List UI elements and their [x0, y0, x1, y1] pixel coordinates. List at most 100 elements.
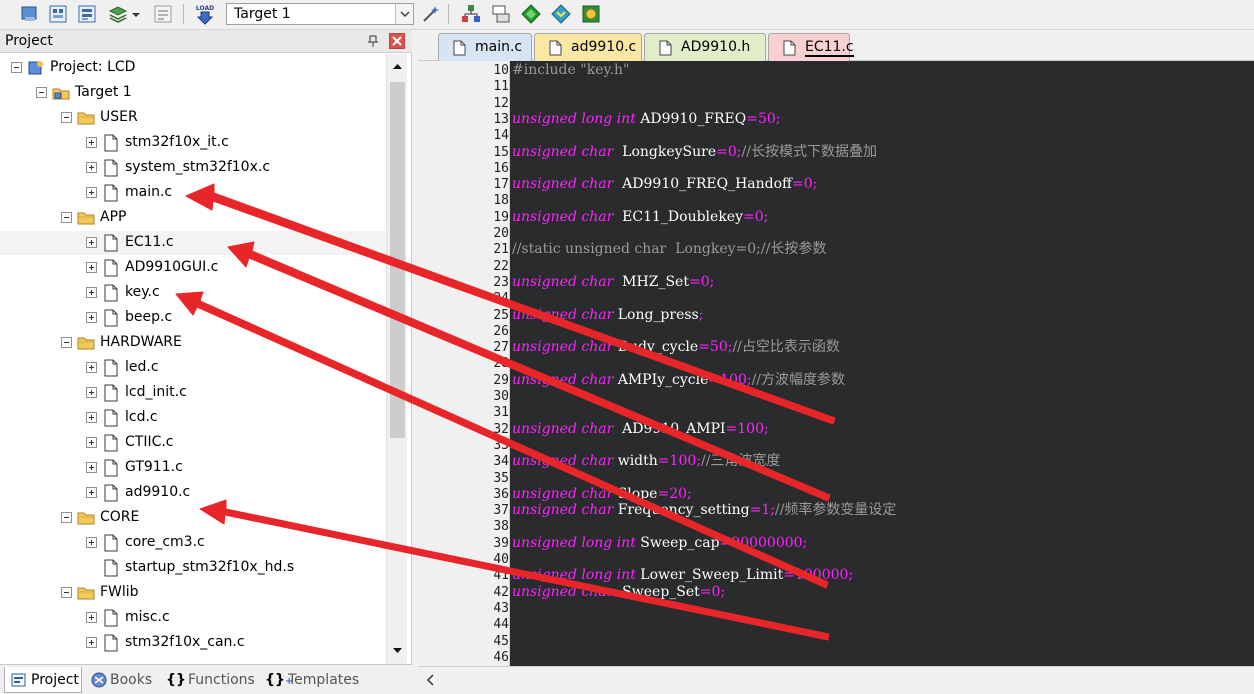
expand-toggle-icon[interactable]: [86, 362, 97, 373]
expand-toggle-icon[interactable]: [86, 412, 97, 423]
scrollbar-thumb[interactable]: [390, 82, 405, 438]
tab-templates[interactable]: {}+ Templates: [262, 667, 362, 693]
tab-project[interactable]: Project: [4, 667, 82, 693]
rebuild-icon[interactable]: [76, 3, 98, 25]
code-line[interactable]: unsigned long int Sweep_cap=90000000;: [512, 535, 807, 552]
expand-toggle-icon[interactable]: [86, 537, 97, 548]
scroll-up-icon[interactable]: [389, 58, 406, 75]
scroll-left-icon[interactable]: [424, 673, 438, 687]
expand-toggle-icon[interactable]: [86, 262, 97, 273]
tree-file-item[interactable]: AD9910GUI.c: [0, 256, 386, 280]
expand-toggle-icon[interactable]: [86, 487, 97, 498]
code-line[interactable]: unsigned long int Lower_Sweep_Limit=1000…: [512, 567, 853, 584]
code-area[interactable]: #include "key.h" unsigned long int AD9910…: [510, 61, 1254, 666]
tree-folder-item[interactable]: CORE: [0, 506, 386, 530]
editor-tab[interactable]: AD9910.h: [644, 33, 766, 61]
expand-toggle-icon[interactable]: [86, 612, 97, 623]
editor-tab[interactable]: EC11.c: [768, 33, 854, 61]
editor-tab[interactable]: main.c: [438, 33, 532, 61]
expand-toggle-icon[interactable]: [86, 462, 97, 473]
code-line[interactable]: unsigned char LongkeySure=0;//长按模式下数据叠加: [512, 144, 877, 161]
target-select[interactable]: Target 1: [226, 3, 414, 25]
select-packs-icon[interactable]: [152, 3, 174, 25]
pin-icon[interactable]: [366, 34, 380, 48]
expand-toggle-icon[interactable]: [86, 312, 97, 323]
collapse-toggle-icon[interactable]: [61, 112, 72, 123]
collapse-toggle-icon[interactable]: [11, 62, 22, 73]
tree-file-item[interactable]: GT911.c: [0, 456, 386, 480]
tree-file-item[interactable]: main.c: [0, 181, 386, 205]
expand-toggle-icon[interactable]: [86, 187, 97, 198]
code-line[interactable]: unsigned char Frequency_setting=1;//频率参数…: [512, 502, 896, 519]
tree-file-item[interactable]: key.c: [0, 281, 386, 305]
code-line[interactable]: unsigned char Long_press;: [512, 307, 703, 324]
pack-installer-icon[interactable]: [460, 3, 482, 25]
magic-wand-icon[interactable]: [420, 3, 442, 25]
layout-icon[interactable]: [490, 3, 512, 25]
tree-file-item[interactable]: beep.c: [0, 306, 386, 330]
expand-toggle-icon[interactable]: [86, 637, 97, 648]
project-tree: Project: LCD Target 1 USER stm32f10x_it.c sy…: [0, 54, 386, 664]
tree-file-item[interactable]: core_cm3.c: [0, 531, 386, 555]
expand-toggle-icon[interactable]: [86, 237, 97, 248]
line-number: 19: [493, 209, 509, 225]
code-line[interactable]: unsigned char EC11_Doublekey=0;: [512, 209, 768, 226]
tree-file-item[interactable]: led.c: [0, 356, 386, 380]
code-line[interactable]: unsigned char MHZ_Set=0;: [512, 274, 714, 291]
code-line[interactable]: unsigned char AMPIy_cycle=100;//方波幅度参数: [512, 372, 845, 389]
expand-toggle-icon[interactable]: [86, 162, 97, 173]
tree-file-item[interactable]: EC11.c: [0, 231, 386, 255]
code-line[interactable]: unsigned char Slope=20;: [512, 486, 692, 503]
tree-file-item[interactable]: lcd.c: [0, 406, 386, 430]
arrow-diamond-icon[interactable]: [550, 3, 572, 25]
tree-file-item[interactable]: misc.c: [0, 606, 386, 630]
editor-tab-label: main.c: [475, 39, 523, 55]
code-line[interactable]: unsigned char AD9910_AMPI=100;: [512, 421, 769, 438]
code-line[interactable]: #include "key.h": [512, 62, 629, 79]
code-line[interactable]: unsigned char AD9910_FREQ_Handoff=0;: [512, 176, 817, 193]
load-icon[interactable]: LOAD: [192, 3, 218, 25]
code-line[interactable]: unsigned char width=100;//三角波宽度: [512, 453, 780, 470]
collapse-toggle-icon[interactable]: [61, 512, 72, 523]
tree-folder-item[interactable]: APP: [0, 206, 386, 230]
tree-target-item[interactable]: Target 1: [0, 81, 386, 105]
batch-build-icon[interactable]: [47, 3, 69, 25]
green-diamond-icon[interactable]: [520, 3, 542, 25]
collapse-toggle-icon[interactable]: [61, 587, 72, 598]
expand-toggle-icon[interactable]: [86, 437, 97, 448]
sphere-icon[interactable]: [580, 3, 602, 25]
tab-functions[interactable]: {} Functions: [162, 667, 256, 693]
expand-toggle-icon[interactable]: [86, 137, 97, 148]
chevron-down-icon[interactable]: [395, 4, 413, 24]
tree-file-item[interactable]: stm32f10x_can.c: [0, 631, 386, 655]
collapse-toggle-icon[interactable]: [61, 212, 72, 223]
tree-project-item[interactable]: Project: LCD: [0, 56, 386, 80]
code-editor[interactable]: 10 11 12 13 14 15 16 17 18 19 20 21 22 23 24 25 26 27 28 29…: [418, 61, 1254, 666]
manage-components-icon[interactable]: [107, 3, 129, 25]
tree-file-item[interactable]: ad9910.c: [0, 481, 386, 505]
tree-file-item[interactable]: CTIIC.c: [0, 431, 386, 455]
tree-scrollbar[interactable]: [386, 54, 407, 664]
code-line[interactable]: //static unsigned char Longkey=0;//长按参数: [512, 241, 826, 258]
collapse-toggle-icon[interactable]: [61, 337, 72, 348]
collapse-toggle-icon[interactable]: [36, 87, 47, 98]
options-icon[interactable]: [18, 3, 40, 25]
tree-folder-item[interactable]: FWlib: [0, 581, 386, 605]
tree-folder-item[interactable]: HARDWARE: [0, 331, 386, 355]
editor-tab[interactable]: ad9910.c: [534, 33, 642, 61]
scroll-down-icon[interactable]: [389, 642, 406, 659]
tree-file-item[interactable]: system_stm32f10x.c: [0, 156, 386, 180]
tree-file-item[interactable]: startup_stm32f10x_hd.s: [0, 556, 386, 580]
tab-books[interactable]: Books: [86, 667, 156, 693]
close-panel-button[interactable]: [389, 33, 405, 49]
expand-toggle-icon[interactable]: [86, 287, 97, 298]
code-line[interactable]: unsigned long int AD9910_FREQ=50;: [512, 111, 780, 128]
expand-toggle-icon[interactable]: [86, 387, 97, 398]
tree-folder-item[interactable]: USER: [0, 106, 386, 130]
tree-file-item[interactable]: lcd_init.c: [0, 381, 386, 405]
code-line[interactable]: unsigned char Dudy_cycle=50;//占空比表示函数: [512, 339, 840, 356]
editor-horizontal-scrollbar[interactable]: [418, 666, 1254, 694]
tree-file-item[interactable]: stm32f10x_it.c: [0, 131, 386, 155]
code-line[interactable]: unsigned char Sweep_Set=0;: [512, 584, 725, 601]
dropdown-arrow-icon[interactable]: [130, 3, 142, 25]
